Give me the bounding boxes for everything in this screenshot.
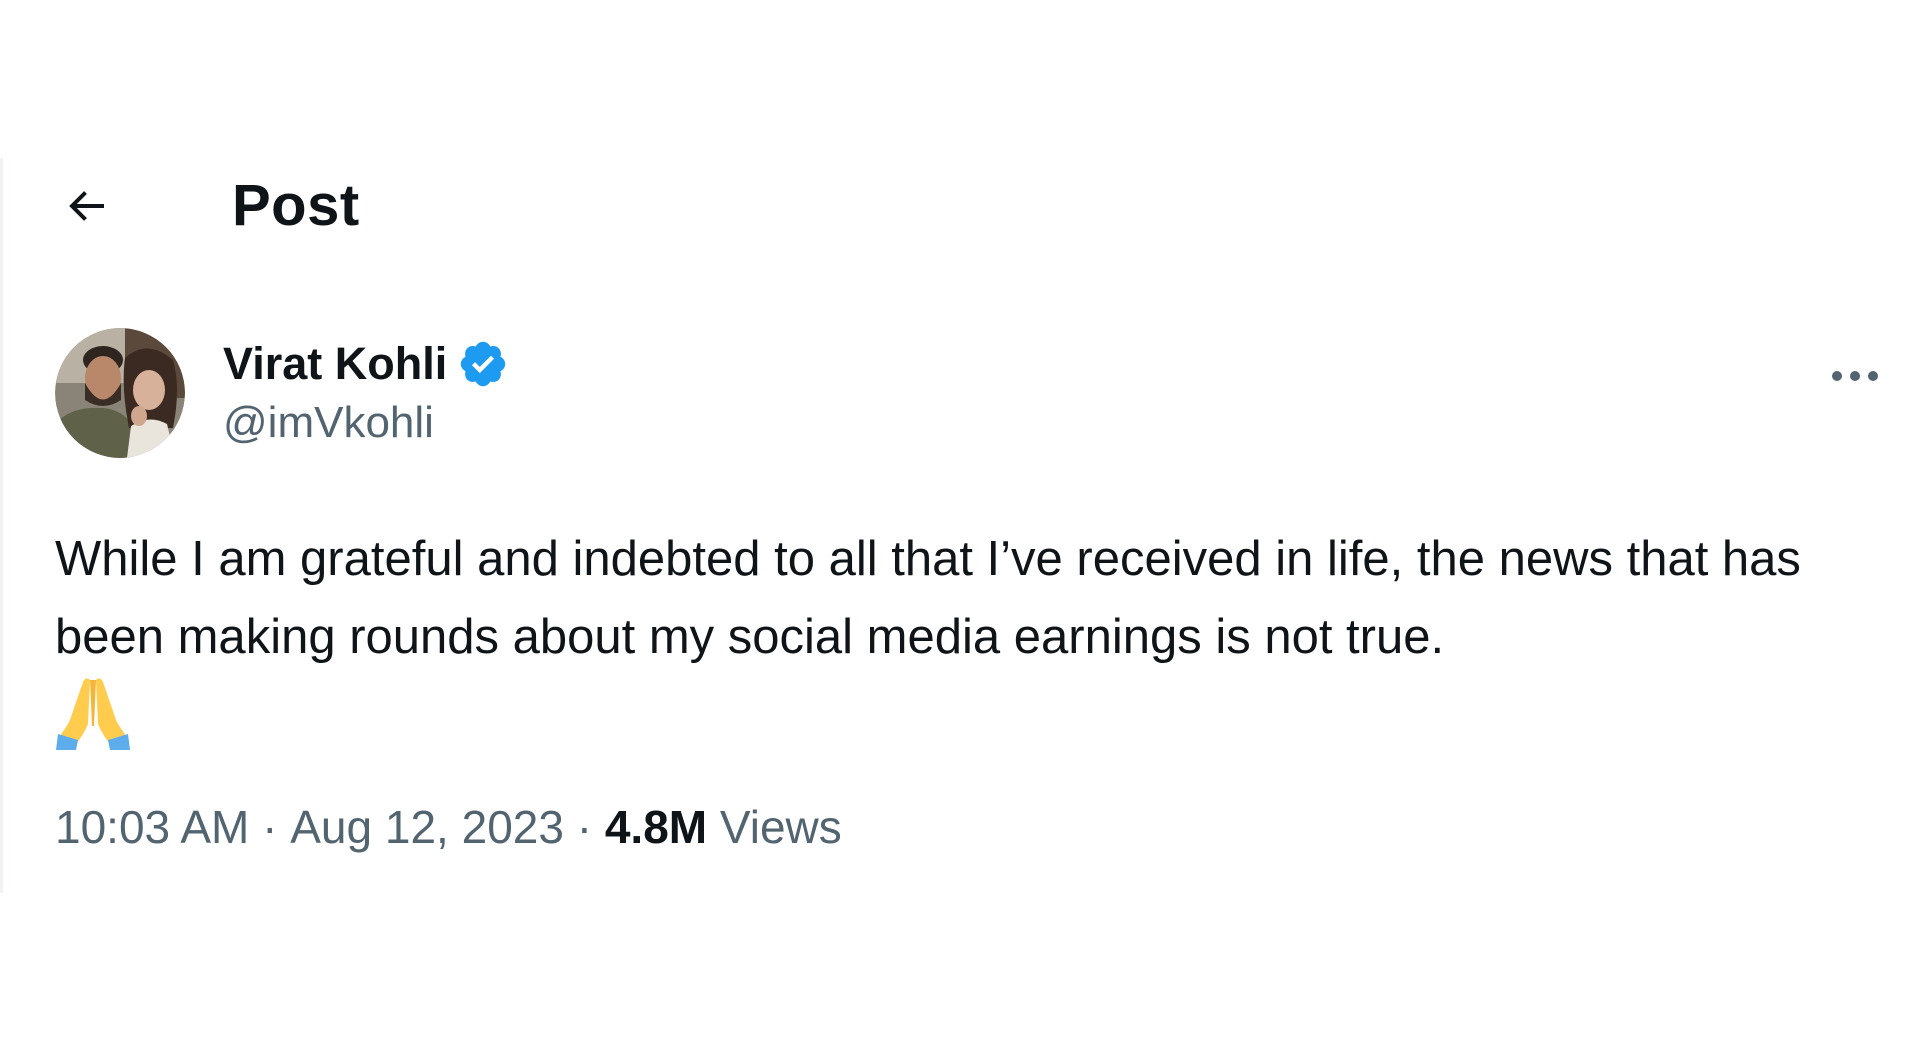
column-border bbox=[0, 158, 3, 893]
back-button[interactable] bbox=[56, 176, 116, 236]
views-count: 4.8M bbox=[604, 801, 708, 853]
page-title: Post bbox=[232, 173, 360, 238]
profile-photo bbox=[55, 328, 185, 458]
meta-separator: · bbox=[249, 801, 291, 853]
tweet-meta: 10:03 AM · Aug 12, 2023 · 4.8M Views bbox=[55, 800, 842, 854]
arrow-left-icon bbox=[69, 191, 104, 221]
tweet-text: While I am grateful and indebted to all … bbox=[55, 532, 1815, 664]
views-label: Views bbox=[719, 801, 842, 853]
more-horizontal-icon bbox=[1832, 371, 1878, 381]
display-name[interactable]: Virat Kohli bbox=[223, 338, 447, 390]
author-info: Virat Kohli @imVkohli bbox=[223, 334, 509, 448]
views-gap bbox=[707, 800, 720, 854]
more-options-button[interactable] bbox=[1825, 356, 1885, 396]
user-handle[interactable]: @imVkohli bbox=[223, 398, 509, 448]
tweet-author: Virat Kohli @imVkohli bbox=[55, 328, 1885, 462]
avatar[interactable] bbox=[55, 328, 185, 458]
post-header: Post bbox=[56, 168, 360, 244]
meta-separator: · bbox=[563, 801, 605, 853]
name-line: Virat Kohli bbox=[223, 334, 509, 394]
folded-hands-emoji bbox=[56, 674, 130, 750]
tweet-date[interactable]: Aug 12, 2023 bbox=[290, 800, 564, 854]
verified-badge-icon[interactable] bbox=[457, 338, 509, 390]
tweet-time[interactable]: 10:03 AM bbox=[55, 800, 249, 854]
